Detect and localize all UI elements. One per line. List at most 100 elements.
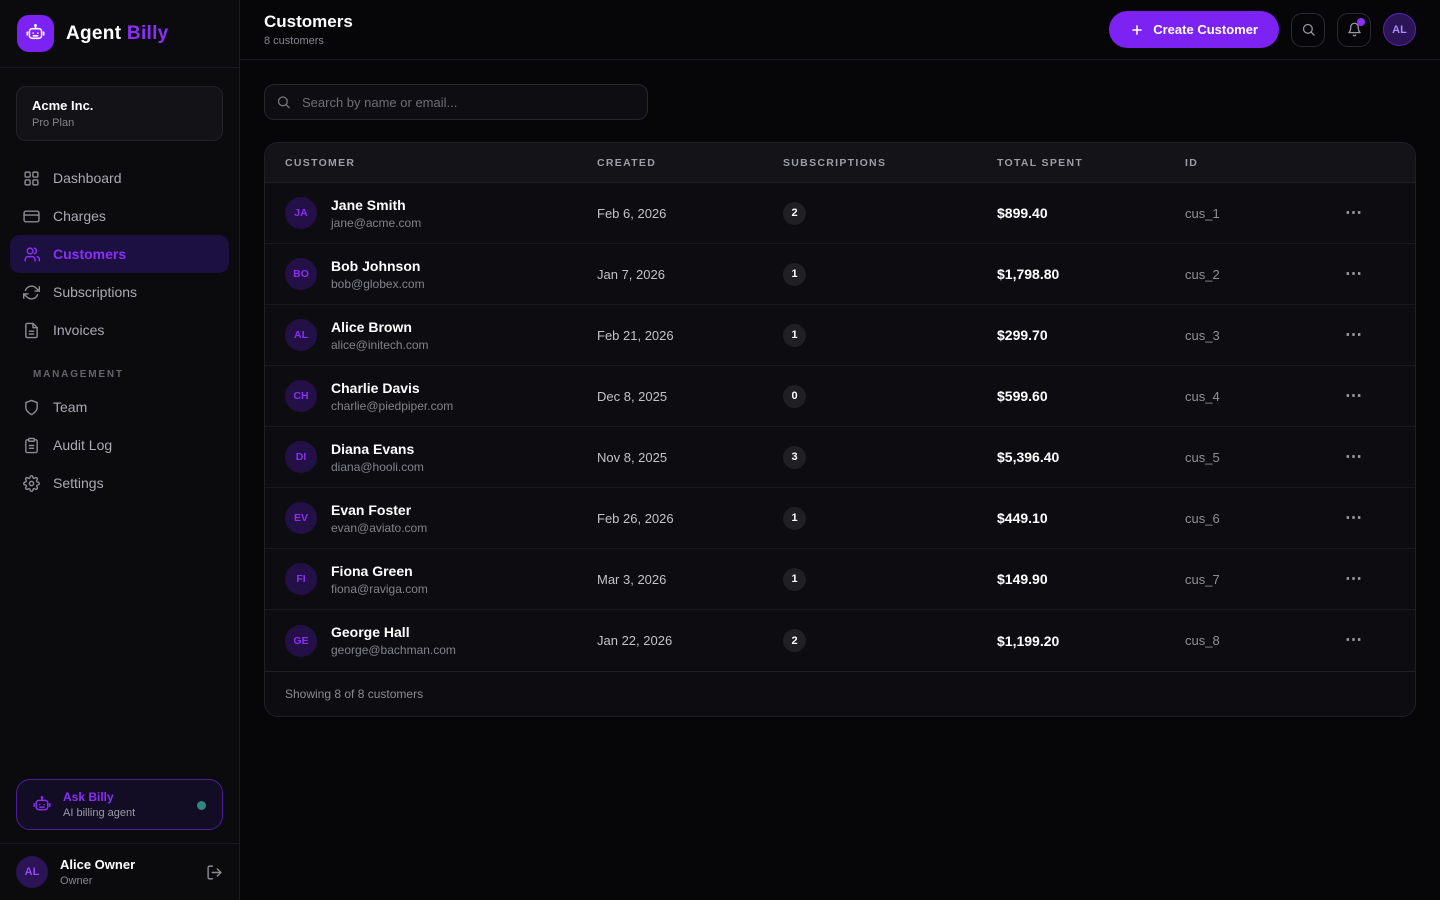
created-cell: Nov 8, 2025 — [597, 450, 783, 465]
create-customer-button[interactable]: Create Customer — [1109, 11, 1279, 48]
subscriptions-cell: 1 — [783, 324, 997, 347]
total-spent-cell: $1,798.80 — [997, 266, 1185, 282]
total-spent-cell: $449.10 — [997, 510, 1185, 526]
customer-cell: GE George Hall george@bachman.com — [285, 624, 597, 657]
ask-billy-subtitle: AI billing agent — [63, 807, 135, 819]
avatar: DI — [285, 441, 317, 473]
total-spent-cell: $599.60 — [997, 388, 1185, 404]
customer-id-cell: cus_6 — [1185, 511, 1345, 526]
avatar: EV — [285, 502, 317, 534]
total-spent-cell: $149.90 — [997, 571, 1185, 587]
customer-email: jane@acme.com — [331, 216, 421, 230]
created-cell: Mar 3, 2026 — [597, 572, 783, 587]
customer-cell: AL Alice Brown alice@initech.com — [285, 319, 597, 352]
logout-icon — [206, 864, 223, 881]
table-row[interactable]: DI Diana Evans diana@hooli.com Nov 8, 20… — [265, 427, 1415, 488]
actions-cell: ⋯ — [1345, 387, 1395, 406]
table-row[interactable]: EV Evan Foster evan@aviato.com Feb 26, 2… — [265, 488, 1415, 549]
sidebar-item-settings[interactable]: Settings — [10, 464, 229, 502]
subscriptions-badge: 2 — [783, 629, 806, 652]
sidebar-section-management: Management — [10, 349, 229, 388]
subscriptions-badge: 1 — [783, 507, 806, 530]
avatar: JA — [285, 197, 317, 229]
table-header: Customer Created Subscriptions Total Spe… — [265, 143, 1415, 183]
subscriptions-cell: 0 — [783, 385, 997, 408]
sidebar-item-label: Invoices — [53, 322, 104, 338]
column-header-total-spent: Total Spent — [997, 157, 1185, 169]
sidebar-nav: Dashboard Charges Customers Subscription… — [0, 145, 239, 502]
customer-cell: DI Diana Evans diana@hooli.com — [285, 441, 597, 474]
customers-table: Customer Created Subscriptions Total Spe… — [264, 142, 1416, 717]
subscriptions-badge: 0 — [783, 385, 806, 408]
table-row[interactable]: CH Charlie Davis charlie@piedpiper.com D… — [265, 366, 1415, 427]
ask-billy-card[interactable]: Ask Billy AI billing agent — [16, 779, 223, 830]
actions-cell: ⋯ — [1345, 631, 1395, 650]
sidebar-item-dashboard[interactable]: Dashboard — [10, 159, 229, 197]
ellipsis-icon[interactable]: ⋯ — [1345, 326, 1363, 343]
column-header-customer: Customer — [285, 157, 597, 169]
sidebar-item-invoices[interactable]: Invoices — [10, 311, 229, 349]
avatar[interactable]: AL — [1383, 13, 1416, 46]
table-row[interactable]: AL Alice Brown alice@initech.com Feb 21,… — [265, 305, 1415, 366]
customer-name: Evan Foster — [331, 502, 427, 518]
customer-name: Bob Johnson — [331, 258, 425, 274]
column-header-subscriptions: Subscriptions — [783, 157, 997, 169]
sidebar-item-customers[interactable]: Customers — [10, 235, 229, 273]
gear-icon — [23, 475, 40, 492]
avatar: CH — [285, 380, 317, 412]
notifications-button[interactable] — [1337, 13, 1371, 47]
ellipsis-icon[interactable]: ⋯ — [1345, 204, 1363, 221]
users-icon — [23, 246, 40, 263]
topbar: Customers 8 customers Create Customer AL — [240, 0, 1440, 60]
sidebar-item-subscriptions[interactable]: Subscriptions — [10, 273, 229, 311]
search-input[interactable] — [264, 84, 648, 120]
table-row[interactable]: JA Jane Smith jane@acme.com Feb 6, 2026 … — [265, 183, 1415, 244]
subscriptions-badge: 3 — [783, 446, 806, 469]
ellipsis-icon[interactable]: ⋯ — [1345, 387, 1363, 404]
search-field-wrap — [264, 84, 648, 120]
sidebar-item-label: Charges — [53, 208, 106, 224]
page-subtitle: 8 customers — [264, 35, 353, 47]
ellipsis-icon[interactable]: ⋯ — [1345, 570, 1363, 587]
logout-button[interactable] — [206, 864, 223, 881]
avatar: BO — [285, 258, 317, 290]
ellipsis-icon[interactable]: ⋯ — [1345, 509, 1363, 526]
brand: Agent Billy — [0, 0, 239, 68]
customer-id-cell: cus_3 — [1185, 328, 1345, 343]
subscriptions-badge: 1 — [783, 324, 806, 347]
customer-id-cell: cus_4 — [1185, 389, 1345, 404]
grid-icon — [23, 170, 40, 187]
customer-email: george@bachman.com — [331, 643, 456, 657]
table-row[interactable]: GE George Hall george@bachman.com Jan 22… — [265, 610, 1415, 671]
search-icon — [1301, 22, 1316, 37]
customer-name: Fiona Green — [331, 563, 428, 579]
org-plan: Pro Plan — [32, 117, 207, 129]
subscriptions-badge: 2 — [783, 202, 806, 225]
column-header-id: ID — [1185, 157, 1345, 169]
customer-name: Jane Smith — [331, 197, 421, 213]
ellipsis-icon[interactable]: ⋯ — [1345, 631, 1363, 648]
customer-name: Charlie Davis — [331, 380, 453, 396]
actions-cell: ⋯ — [1345, 265, 1395, 284]
refresh-icon — [23, 284, 40, 301]
avatar: GE — [285, 625, 317, 657]
sidebar-item-audit-log[interactable]: Audit Log — [10, 426, 229, 464]
actions-cell: ⋯ — [1345, 570, 1395, 589]
main-area: Customers 8 customers Create Customer AL — [240, 0, 1440, 900]
subscriptions-cell: 3 — [783, 446, 997, 469]
search-button[interactable] — [1291, 13, 1325, 47]
table-footer: Showing 8 of 8 customers — [265, 671, 1415, 716]
sidebar-item-team[interactable]: Team — [10, 388, 229, 426]
ellipsis-icon[interactable]: ⋯ — [1345, 448, 1363, 465]
page-title: Customers — [264, 12, 353, 32]
sidebar-item-charges[interactable]: Charges — [10, 197, 229, 235]
table-row[interactable]: FI Fiona Green fiona@raviga.com Mar 3, 2… — [265, 549, 1415, 610]
table-row[interactable]: BO Bob Johnson bob@globex.com Jan 7, 202… — [265, 244, 1415, 305]
ellipsis-icon[interactable]: ⋯ — [1345, 265, 1363, 282]
customer-email: evan@aviato.com — [331, 521, 427, 535]
created-cell: Dec 8, 2025 — [597, 389, 783, 404]
total-spent-cell: $5,396.40 — [997, 449, 1185, 465]
customer-cell: BO Bob Johnson bob@globex.com — [285, 258, 597, 291]
created-cell: Jan 7, 2026 — [597, 267, 783, 282]
column-header-created: Created — [597, 157, 783, 169]
